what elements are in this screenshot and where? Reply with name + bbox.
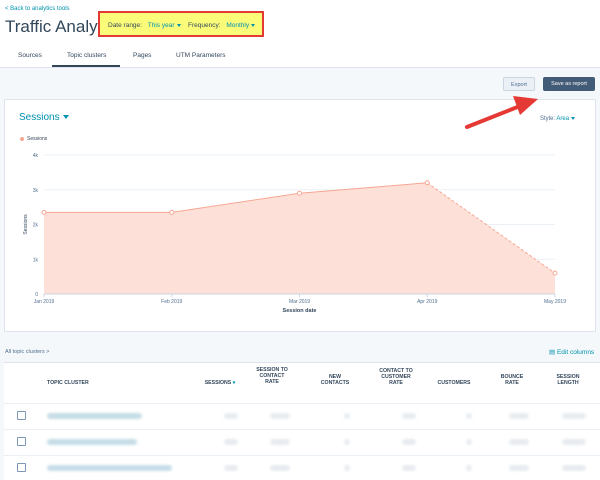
col-header-sessions[interactable]: SESSIONS ▾ [202,380,238,386]
redacted-value [224,413,238,419]
table-row[interactable] [4,455,600,480]
redacted-value [270,465,290,471]
col-header-bounce-rate[interactable]: BOUNCE RATE [495,374,529,386]
col-header-customers[interactable]: CUSTOMERS [432,380,476,386]
redacted-value [509,465,529,471]
sort-down-icon: ▾ [232,380,236,386]
redacted-value [270,413,290,419]
redacted-cluster-name [47,413,142,419]
edit-columns-label: Edit columns [556,349,595,356]
redacted-value [402,439,416,445]
redacted-value [224,439,238,445]
columns-icon: ▤ [549,349,556,356]
redacted-value [562,465,586,471]
redacted-value [270,439,290,445]
redacted-cluster-name [47,465,172,471]
col-sessions-label: SESSIONS [204,380,232,386]
row-checkbox[interactable] [17,411,26,420]
redacted-value [344,465,350,471]
redacted-value [509,439,529,445]
row-checkbox[interactable] [17,437,26,446]
table-row[interactable] [4,429,600,454]
redacted-value [402,465,416,471]
col-header-new-contacts[interactable]: NEW CONTACTS [317,374,353,386]
col-header-topic-cluster[interactable]: TOPIC CLUSTER [47,380,107,386]
edit-columns-link[interactable]: ▤ Edit columns [549,348,594,356]
redacted-value [562,439,586,445]
redacted-cluster-name [47,439,137,445]
redacted-value [466,465,472,471]
redacted-value [344,413,350,419]
redacted-value [224,465,238,471]
redacted-value [562,413,586,419]
row-checkbox[interactable] [17,463,26,472]
redacted-value [344,439,350,445]
redacted-value [402,413,416,419]
col-header-contact-to-customer-rate[interactable]: CONTACT TO CUSTOMER RATE [374,368,418,386]
redacted-value [466,439,472,445]
col-header-session-to-contact-rate[interactable]: SESSION TO CONTACT RATE [254,367,290,385]
table-row[interactable] [4,403,600,428]
breadcrumb[interactable]: All topic clusters > [5,349,49,355]
redacted-value [466,413,472,419]
col-header-session-length[interactable]: SESSION LENGTH [551,374,585,386]
redacted-value [509,413,529,419]
